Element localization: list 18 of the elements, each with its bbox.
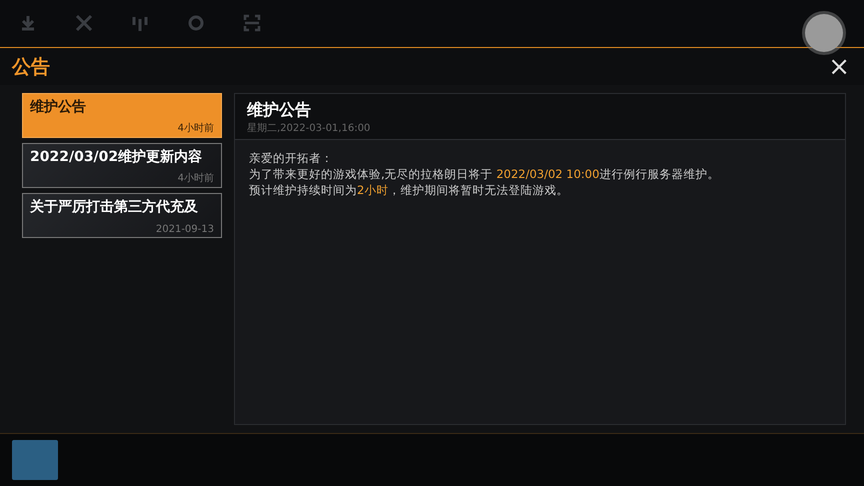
scan-icon[interactable] [242, 13, 262, 34]
announcement-date: 星期二,2022-03-01,16:00 [247, 122, 372, 136]
announcement-time: 2021-09-13 [156, 224, 214, 236]
announcement-time: 4小时前 [178, 122, 214, 136]
announcement-item[interactable]: 关于严厉打击第三方代充及 2021-09-13 [22, 193, 222, 238]
announcement-text: 亲爱的开拓者： [249, 150, 334, 166]
announcement-title: 2022/03/02维护更新内容 [30, 148, 204, 166]
announcement-text: 预计维护持续时间为2小时，维护期间将暂时无法登陆游戏。 [249, 182, 570, 198]
announcement-heading: 维护公告 [247, 100, 312, 122]
announcement-title: 关于严厉打击第三方代充及 [30, 198, 199, 216]
announcement-item[interactable]: 维护公告 4小时前 [22, 93, 222, 138]
announcement-text: 为了带来更好的游戏体验,无尽的拉格朗日将于 2022/03/02 10:00进行例行服务器维护。 [249, 166, 720, 182]
app-icon[interactable] [12, 440, 58, 480]
announcement-title: 维护公告 [30, 98, 87, 116]
close-button[interactable]: × [826, 54, 852, 80]
announcement-time: 4小时前 [178, 172, 214, 186]
page-title: 公告 [12, 54, 50, 80]
announcement-item[interactable]: 2022/03/02维护更新内容 4小时前 [22, 143, 222, 188]
